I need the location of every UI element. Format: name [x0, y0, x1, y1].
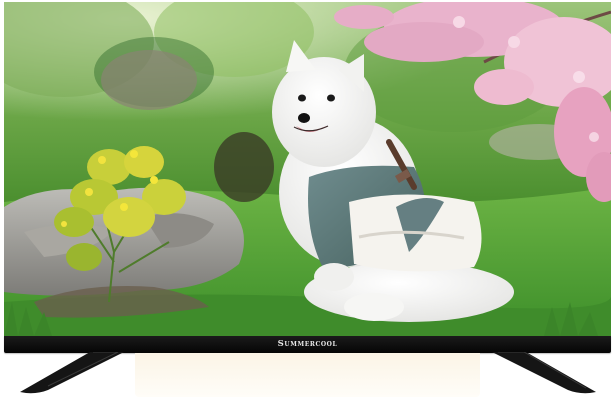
tv-screen — [4, 2, 611, 336]
brand-logo: Summercool — [277, 339, 338, 349]
product-image: Summercool — [0, 0, 615, 402]
television: Summercool — [4, 2, 611, 353]
under-tv-glow — [135, 353, 480, 397]
tv-bottom-bezel: Summercool — [4, 336, 611, 353]
screen-photo — [4, 2, 611, 336]
left-stand-foot — [18, 352, 128, 394]
right-stand-foot — [488, 352, 598, 394]
